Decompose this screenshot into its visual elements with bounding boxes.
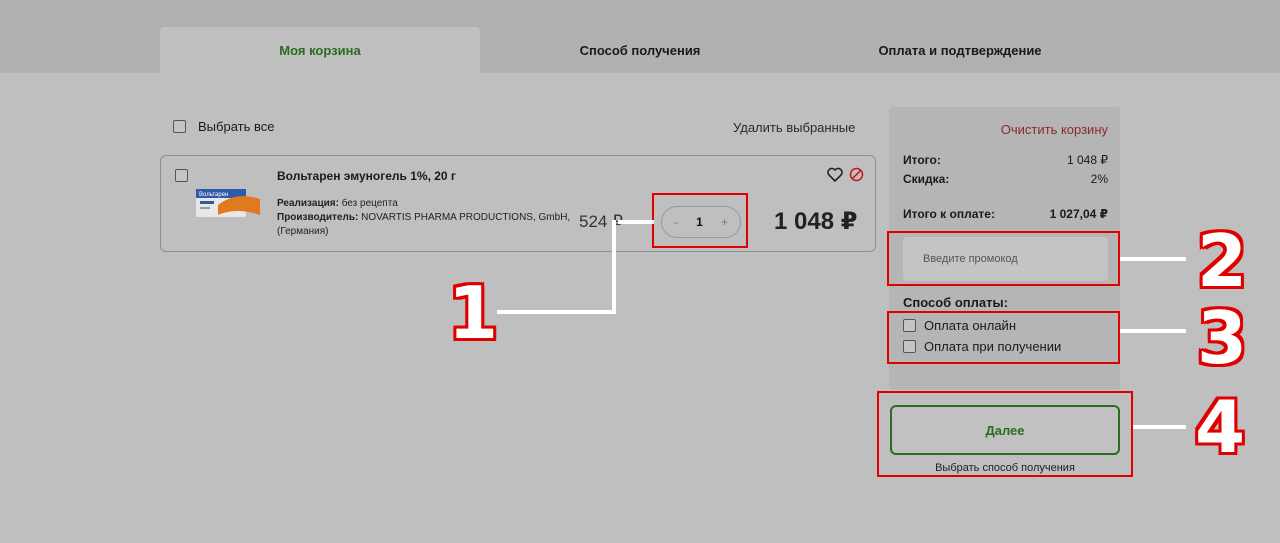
highlight-box-4 xyxy=(877,391,1133,477)
discount-label: Скидка: xyxy=(903,172,950,186)
tab-my-cart[interactable]: Моя корзина xyxy=(160,27,480,73)
manufacturer-label: Производитель: xyxy=(277,212,359,223)
payable-value: 1 027,04 ₽ xyxy=(1049,207,1108,221)
svg-text:Вольтарен: Вольтарен xyxy=(199,192,228,198)
unit-price: 524 ₽ xyxy=(579,212,623,231)
payment-method-title: Способ оплаты: xyxy=(903,295,1008,310)
tab-delivery-method[interactable]: Способ получения xyxy=(480,27,800,73)
clear-cart-link[interactable]: Очистить корзину xyxy=(1001,122,1108,137)
tab-payment-confirmation[interactable]: Оплата и подтверждение xyxy=(800,27,1120,73)
select-all-checkbox[interactable] xyxy=(173,120,186,133)
connector-4 xyxy=(1133,425,1186,429)
connector-1b xyxy=(612,220,616,314)
summary-row-discount: Скидка: 2% xyxy=(903,172,1108,186)
payable-label: Итого к оплате: xyxy=(903,207,995,221)
sale-label: Реализация: xyxy=(277,198,339,209)
connector-1a xyxy=(618,220,654,224)
connector-1c xyxy=(497,310,616,314)
highlight-box-3 xyxy=(887,311,1120,364)
callout-number-3: 3 xyxy=(1197,296,1248,380)
callout-number-1: 1 xyxy=(448,271,499,355)
remove-item-icon[interactable] xyxy=(849,167,864,182)
highlight-box-2 xyxy=(887,231,1120,286)
item-total-price: 1 048 ₽ xyxy=(774,208,858,235)
product-name[interactable]: Вольтарен эмуногель 1%, 20 г xyxy=(277,169,456,183)
callout-number-2: 2 xyxy=(1197,219,1248,303)
highlight-box-1 xyxy=(652,193,748,248)
discount-value: 2% xyxy=(1090,172,1108,186)
sale-value: без рецепта xyxy=(341,198,398,209)
total-value: 1 048 ₽ xyxy=(1067,153,1108,167)
select-all[interactable]: Выбрать все xyxy=(173,119,274,134)
total-label: Итого: xyxy=(903,153,941,167)
item-checkbox[interactable] xyxy=(175,169,188,182)
heart-icon[interactable] xyxy=(827,167,843,182)
product-image: Вольтарен xyxy=(196,189,260,217)
connector-2 xyxy=(1120,257,1186,261)
cart-item: Вольтарен Вольтарен эмуногель 1%, 20 г Р… xyxy=(160,155,876,252)
select-all-label: Выбрать все xyxy=(198,119,275,134)
delete-selected-link[interactable]: Удалить выбранные xyxy=(733,120,855,135)
callout-number-4: 4 xyxy=(1195,385,1246,469)
checkout-steps-bar: Моя корзина Способ получения Оплата и по… xyxy=(0,0,1280,73)
summary-row-payable: Итого к оплате: 1 027,04 ₽ xyxy=(903,207,1108,221)
product-details: Реализация: без рецепта Производитель: N… xyxy=(277,197,577,239)
connector-3 xyxy=(1120,329,1186,333)
summary-row-total: Итого: 1 048 ₽ xyxy=(903,153,1108,167)
